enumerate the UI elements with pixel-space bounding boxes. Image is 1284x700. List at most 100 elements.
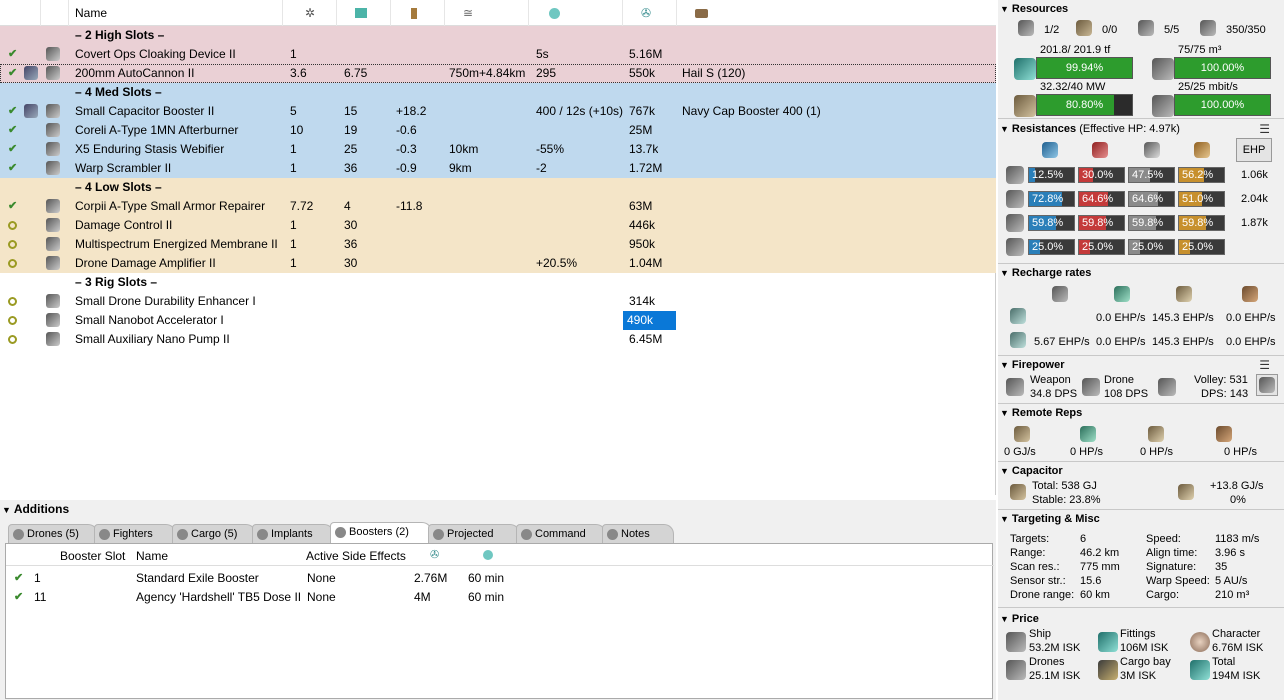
resistances-section-header[interactable]: ▼ Resistances (Effective HP: 4.97k): [1000, 123, 1180, 135]
ammo-column-header[interactable]: [676, 0, 996, 26]
module-c2-value: 36: [344, 161, 358, 175]
price-section-header[interactable]: ▼ Price: [1000, 613, 1039, 625]
collapse-triangle-icon: ▼: [1000, 268, 1009, 278]
module-row[interactable]: ✔ 200mm AutoCannon II 3.6 6.75 750m+4.84km 29…: [0, 64, 996, 83]
active-state-icon[interactable]: ✔: [8, 159, 17, 178]
shield-boost-icon: [1114, 286, 1130, 302]
boosters-header: Booster Slot Name Active Side Effects ✇: [6, 544, 994, 566]
slot-group-header[interactable]: – 4 Med Slots –: [0, 83, 996, 102]
tab-notes[interactable]: Notes: [602, 524, 674, 544]
online-state-icon[interactable]: [8, 235, 17, 254]
hp-value: 2.04k: [1241, 193, 1268, 205]
menu-icon[interactable]: ☰: [1259, 122, 1270, 136]
active-state-icon[interactable]: ✔: [8, 197, 17, 216]
resources-section-header[interactable]: ▼ Resources: [1000, 3, 1068, 15]
booster-row[interactable]: ✔ 11 Agency 'Hardshell' TB5 Dose II None 4M 6…: [6, 587, 992, 606]
module-row[interactable]: ✔ Covert Ops Cloaking Device II 1 5s 5.16M: [0, 45, 996, 64]
module-row[interactable]: ✔ Corpii A-Type Small Armor Repairer 7.72 4…: [0, 197, 996, 216]
collapse-triangle-icon: ▼: [1000, 4, 1009, 14]
tab-icon: [13, 529, 24, 540]
damage-pattern-button[interactable]: [1256, 374, 1278, 396]
range-column-header[interactable]: ≅: [444, 0, 528, 26]
module-row[interactable]: Small Auxiliary Nano Pump II 6.45M: [0, 330, 996, 349]
ammo-icon: [695, 9, 708, 18]
module-row[interactable]: ✔ X5 Enduring Stasis Webifier 1 25 -0.3 10km -…: [0, 140, 996, 159]
powergrid-icon: [355, 8, 367, 18]
active-check-icon[interactable]: ✔: [14, 571, 23, 584]
fittings-icon: [1098, 632, 1118, 652]
misc-label: Align time:: [1146, 547, 1198, 559]
targeting-section-header[interactable]: ▼ Targeting & Misc: [1000, 513, 1100, 525]
active-state-icon[interactable]: ✔: [8, 64, 17, 83]
tab-projected[interactable]: Projected: [428, 524, 520, 544]
kinetic-damage-icon: [1144, 142, 1160, 158]
miscellaneous-column-header[interactable]: [528, 0, 622, 26]
active-state-icon[interactable]: ✔: [8, 45, 17, 64]
side-effects-header[interactable]: Active Side Effects: [306, 549, 406, 563]
remote-hull-value: 0 HP/s: [1224, 446, 1258, 458]
online-state-icon[interactable]: [8, 254, 17, 273]
active-check-icon[interactable]: ✔: [14, 590, 23, 603]
misc-label: Cargo:: [1146, 589, 1180, 601]
module-row[interactable]: Multispectrum Energized Membrane II 1 36 95…: [0, 235, 996, 254]
name-column-header[interactable]: Name: [68, 0, 282, 26]
tab-icon: [521, 529, 532, 540]
tab-drones[interactable]: Drones (5): [8, 524, 98, 544]
remote-shield-icon: [1080, 426, 1096, 442]
drone-control-icon: [1152, 95, 1174, 117]
module-c1-value: 1: [290, 256, 297, 270]
remote-reps-section-header[interactable]: ▼ Remote Reps: [1000, 407, 1082, 419]
boosters-list: Booster Slot Name Active Side Effects ✇ …: [5, 543, 994, 699]
tab-boosters[interactable]: Boosters (2): [330, 522, 432, 544]
capacitor-section-header[interactable]: ▼ Capacitor: [1000, 465, 1063, 477]
module-c6-value: 25M: [629, 123, 653, 137]
state-column-header[interactable]: [20, 0, 40, 26]
booster-slot-header[interactable]: Booster Slot: [60, 549, 125, 563]
active-state-icon[interactable]: ✔: [8, 102, 17, 121]
module-row[interactable]: ✔ Coreli A-Type 1MN Afterburner 10 19 -0.6 25…: [0, 121, 996, 140]
cpu-column-header[interactable]: ✲: [282, 0, 336, 26]
booster-name-header[interactable]: Name: [136, 549, 168, 563]
online-state-icon[interactable]: [8, 216, 17, 235]
online-state-icon[interactable]: [8, 330, 17, 349]
module-name: Warp Scrambler II: [75, 161, 172, 175]
online-state-icon[interactable]: [8, 311, 17, 330]
resist-bar: 59.8%: [1128, 215, 1175, 231]
active-state-icon[interactable]: ✔: [8, 121, 17, 140]
powergrid-label: 32.32/40 MW: [1040, 81, 1106, 93]
module-c1-value: 7.72: [290, 199, 314, 213]
module-row[interactable]: Drone Damage Amplifier II 1 30 +20.5% 1.04M: [0, 254, 996, 273]
slot-group-label: – 2 High Slots –: [75, 28, 165, 42]
resist-bar: 72.8%: [1028, 191, 1075, 207]
booster-row[interactable]: ✔ 1 Standard Exile Booster None 2.76M 60 min: [6, 568, 992, 587]
cap-column-header[interactable]: [390, 0, 444, 26]
effective-hp: (Effective HP: 4.97k): [1079, 123, 1180, 135]
em-damage-icon: [1042, 142, 1058, 158]
drone-bandwidth-label: 75/75 m³: [1178, 44, 1222, 56]
pg-column-header[interactable]: [336, 0, 390, 26]
charge-column-header[interactable]: [40, 0, 68, 26]
module-row[interactable]: ✔ Small Capacitor Booster II 5 15 +18.2 400 /…: [0, 102, 996, 121]
ehp-toggle-button[interactable]: EHP: [1236, 138, 1272, 162]
module-row[interactable]: Damage Control II 1 30 446k: [0, 216, 996, 235]
module-row[interactable]: Small Nanobot Accelerator I 490k: [0, 311, 996, 330]
tab-fighters[interactable]: Fighters: [94, 524, 176, 544]
price-column-header[interactable]: ✇: [622, 0, 676, 26]
firepower-section-header[interactable]: ▼ Firepower: [1000, 359, 1065, 371]
tab-cargo[interactable]: Cargo (5): [172, 524, 256, 544]
recharge-section-header[interactable]: ▼ Recharge rates: [1000, 267, 1091, 279]
tab-command[interactable]: Command: [516, 524, 606, 544]
active-state-icon[interactable]: ✔: [8, 140, 17, 159]
drone-capacity-bar: 100.00%: [1174, 94, 1271, 116]
slot-group-header[interactable]: – 2 High Slots –: [0, 26, 996, 45]
module-c3-value: +18.2: [396, 104, 427, 118]
additions-header[interactable]: ▼ Additions: [2, 502, 69, 516]
online-state-icon[interactable]: [8, 292, 17, 311]
module-row[interactable]: Small Drone Durability Enhancer I 314k: [0, 292, 996, 311]
slot-group-header[interactable]: – 4 Low Slots –: [0, 178, 996, 197]
menu-icon[interactable]: ☰: [1259, 358, 1270, 372]
slot-group-header[interactable]: – 3 Rig Slots –: [0, 273, 996, 292]
module-row[interactable]: ✔ Warp Scrambler II 1 36 -0.9 9km -2 1.72M: [0, 159, 996, 178]
module-icon: [46, 254, 60, 273]
tab-implants[interactable]: Implants: [252, 524, 334, 544]
